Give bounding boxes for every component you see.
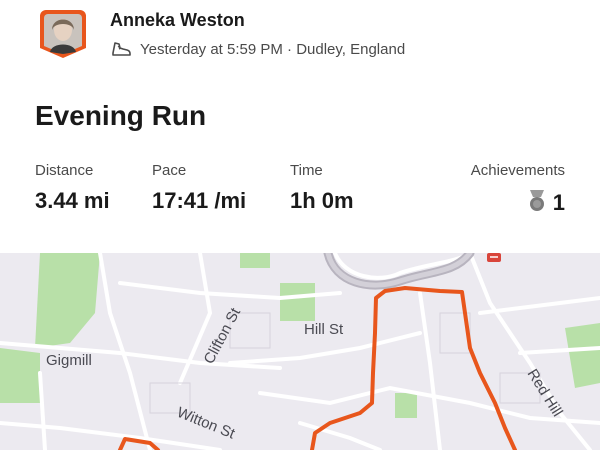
- stat-label: Pace: [152, 162, 187, 179]
- activity-meta: Yesterday at 5:59 PM · Dudley, England: [110, 38, 405, 60]
- stat-value: 17:41 /mi: [152, 188, 247, 213]
- achievements-count: 1: [552, 190, 565, 215]
- activity-time-location: Yesterday at 5:59 PM · Dudley, England: [140, 40, 406, 58]
- athlete-name[interactable]: Anneka Weston: [110, 10, 245, 31]
- achievements-value-row: 1: [471, 188, 565, 218]
- stat-label: Achievements: [470, 162, 565, 179]
- stat-value: 1h 0m: [290, 188, 354, 213]
- running-shoe-icon: [110, 38, 132, 60]
- stat-label: Time: [290, 162, 323, 179]
- station-marker-icon: [487, 253, 501, 262]
- map-label-hill-st: Hill St: [304, 321, 344, 338]
- stat-distance: Distance 3.44 mi: [35, 162, 110, 214]
- stat-achievements[interactable]: Achievements 1: [471, 162, 565, 218]
- stat-value: 3.44 mi: [35, 188, 110, 213]
- stat-label: Distance: [35, 162, 94, 179]
- athlete-avatar[interactable]: [38, 8, 88, 60]
- stat-pace: Pace 17:41 /mi: [152, 162, 246, 214]
- map-label-gigmill: Gigmill: [46, 352, 92, 369]
- activity-title[interactable]: Evening Run: [35, 100, 206, 132]
- medal-icon: [527, 188, 547, 218]
- stat-time: Time 1h 0m: [290, 162, 354, 214]
- route-map[interactable]: Clifton St Hill St Gigmill Witton St Red…: [0, 253, 600, 450]
